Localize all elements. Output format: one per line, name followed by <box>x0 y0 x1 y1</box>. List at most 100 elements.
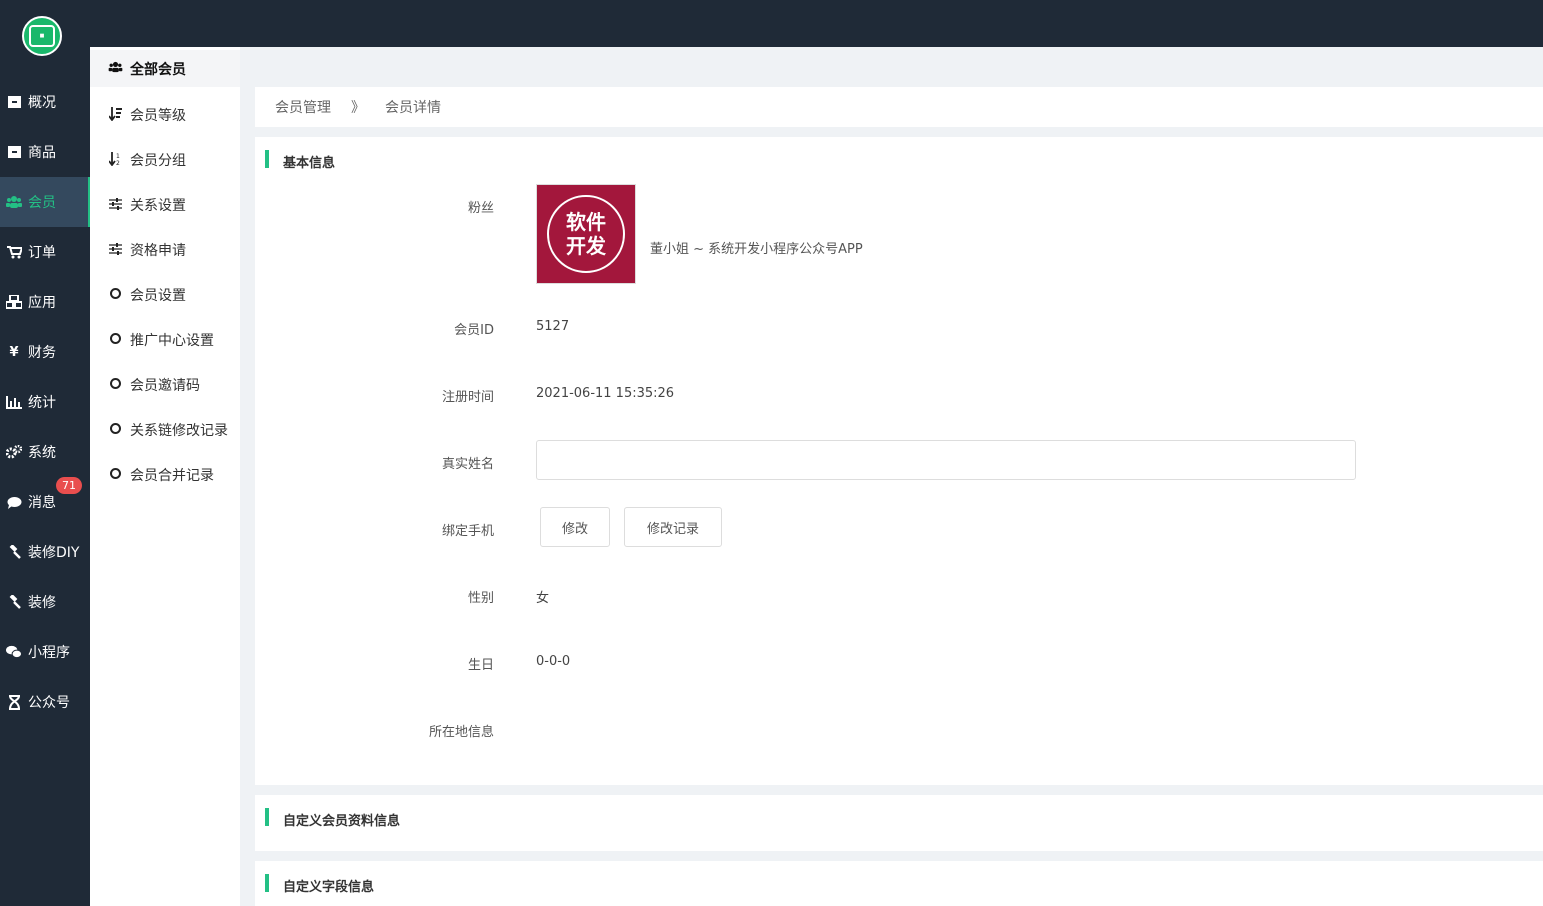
nav-item-label: 系统 <box>28 445 56 461</box>
real-name-label: 真实姓名 <box>441 457 494 472</box>
gender-value: 女 <box>536 591 550 606</box>
svg-text:2: 2 <box>116 160 120 166</box>
nav-item-label: 会员 <box>28 195 56 211</box>
subnav-item-label: 关系链修改记录 <box>130 423 228 439</box>
subnav-item-member-level[interactable]: 会员等级 <box>90 95 240 135</box>
modify-log-button[interactable]: 修改记录 <box>624 507 722 547</box>
cubes-icon <box>6 294 22 310</box>
avatar-text: 开发 <box>566 234 606 258</box>
section-title: 自定义会员资料信息 <box>265 808 400 829</box>
hourglass-icon <box>6 694 22 710</box>
nav-item-overview[interactable]: 概况 <box>0 77 90 127</box>
circle-icon <box>108 378 122 392</box>
sub-sidebar: 全部会员 会员等级 12 会员分组 关系设置 资格申请 会员设置 推广中心设置 … <box>90 47 240 906</box>
sort-numeric-icon: 12 <box>107 151 122 169</box>
top-bar <box>0 0 1543 47</box>
users-icon <box>108 61 123 76</box>
nav-item-label: 公众号 <box>28 695 70 711</box>
subnav-item-label: 会员合并记录 <box>130 468 214 484</box>
circle-icon <box>108 468 122 482</box>
subnav-item-relation-log[interactable]: 关系链修改记录 <box>90 410 240 450</box>
nav-item-label: 概况 <box>28 95 56 111</box>
avatar: 软件 开发 <box>536 184 636 284</box>
nav-item-label: 订单 <box>28 245 56 261</box>
phone-label: 绑定手机 <box>441 524 494 539</box>
subnav-item-relation-settings[interactable]: 关系设置 <box>90 185 240 225</box>
fans-nickname: 董小姐 ~ 系统开发小程序公众号APP <box>650 242 863 257</box>
birthday-value: 0-0-0 <box>536 654 571 669</box>
custom-fields-card: 自定义字段信息 <box>255 861 1543 906</box>
main-sidebar: ■ 概况 商品 会员 订单 应用 ¥ 财务 统计 系统 消息 71 装修DIY … <box>0 0 90 906</box>
circle-icon <box>108 333 122 347</box>
subnav-item-label: 会员邀请码 <box>130 378 200 394</box>
breadcrumb: 会员管理 》 会员详情 <box>255 87 1543 127</box>
users-icon <box>6 194 22 210</box>
circle-icon <box>108 288 122 302</box>
subnav-item-qualification[interactable]: 资格申请 <box>90 230 240 270</box>
nav-item-label: 统计 <box>28 395 56 411</box>
nav-item-label: 装修DIY <box>28 545 80 561</box>
subnav-item-label: 全部会员 <box>130 61 186 78</box>
subnav-item-label: 会员设置 <box>130 288 186 304</box>
reg-time-value: 2021-06-11 15:35:26 <box>536 386 675 401</box>
breadcrumb-member-management[interactable]: 会员管理 <box>275 97 331 117</box>
subnav-item-label: 关系设置 <box>130 198 186 214</box>
wechat-icon <box>6 644 22 660</box>
yen-icon: ¥ <box>9 344 19 360</box>
logo-hex-icon: ■ <box>29 25 55 47</box>
nav-item-label: 财务 <box>28 345 56 361</box>
nav-item-members[interactable]: 会员 <box>0 177 90 227</box>
gavel-icon <box>6 594 22 610</box>
avatar-text: 软件 <box>566 210 606 234</box>
gears-icon <box>6 444 22 460</box>
archive-icon <box>6 144 22 160</box>
subnav-item-label: 资格申请 <box>130 243 186 259</box>
gender-label: 性别 <box>467 591 494 606</box>
subnav-item-promotion-settings[interactable]: 推广中心设置 <box>90 320 240 360</box>
svg-text:1: 1 <box>116 153 120 160</box>
nav-item-orders[interactable]: 订单 <box>0 227 90 277</box>
subnav-item-label: 会员分组 <box>130 153 186 169</box>
archive-icon <box>6 94 22 110</box>
breadcrumb-separator: 》 <box>351 100 365 116</box>
subnav-item-label: 会员等级 <box>130 108 186 124</box>
nav-item-decorate-diy[interactable]: 装修DIY <box>0 527 90 577</box>
bar-chart-icon <box>6 394 22 410</box>
nav-item-official-account[interactable]: 公众号 <box>0 677 90 727</box>
nav-item-stats[interactable]: 统计 <box>0 377 90 427</box>
sliders-icon <box>108 242 122 258</box>
gavel-icon <box>6 544 22 560</box>
nav-item-finance[interactable]: ¥ 财务 <box>0 327 90 377</box>
reg-time-label: 注册时间 <box>441 390 494 405</box>
birthday-label: 生日 <box>467 658 494 673</box>
subnav-item-invite-code[interactable]: 会员邀请码 <box>90 365 240 405</box>
message-count-badge: 71 <box>56 477 82 494</box>
subnav-item-member-group[interactable]: 12 会员分组 <box>90 140 240 180</box>
subnav-item-merge-log[interactable]: 会员合并记录 <box>90 455 240 495</box>
nav-item-label: 小程序 <box>28 645 70 661</box>
nav-item-goods[interactable]: 商品 <box>0 127 90 177</box>
subnav-item-member-settings[interactable]: 会员设置 <box>90 275 240 315</box>
subnav-item-label: 推广中心设置 <box>130 333 214 349</box>
app-logo[interactable]: ■ <box>22 16 62 56</box>
nav-item-label: 消息 <box>28 495 56 511</box>
breadcrumb-member-detail: 会员详情 <box>385 100 441 116</box>
nav-item-mini-program[interactable]: 小程序 <box>0 627 90 677</box>
nav-item-apps[interactable]: 应用 <box>0 277 90 327</box>
nav-item-label: 应用 <box>28 295 56 311</box>
real-name-input[interactable] <box>536 440 1356 480</box>
custom-profile-card: 自定义会员资料信息 <box>255 795 1543 851</box>
section-title: 自定义字段信息 <box>265 874 374 895</box>
circle-icon <box>108 423 122 437</box>
fans-label: 粉丝 <box>467 201 494 216</box>
sliders-icon <box>108 197 122 213</box>
subnav-item-all-members[interactable]: 全部会员 <box>90 50 240 87</box>
member-id-value: 5127 <box>536 319 570 334</box>
sort-amount-icon <box>107 106 122 124</box>
modify-phone-button[interactable]: 修改 <box>540 507 610 547</box>
nav-item-system[interactable]: 系统 <box>0 427 90 477</box>
cart-icon <box>6 244 22 260</box>
location-label: 所在地信息 <box>428 725 494 740</box>
nav-item-decorate[interactable]: 装修 <box>0 577 90 627</box>
nav-item-label: 商品 <box>28 145 56 161</box>
